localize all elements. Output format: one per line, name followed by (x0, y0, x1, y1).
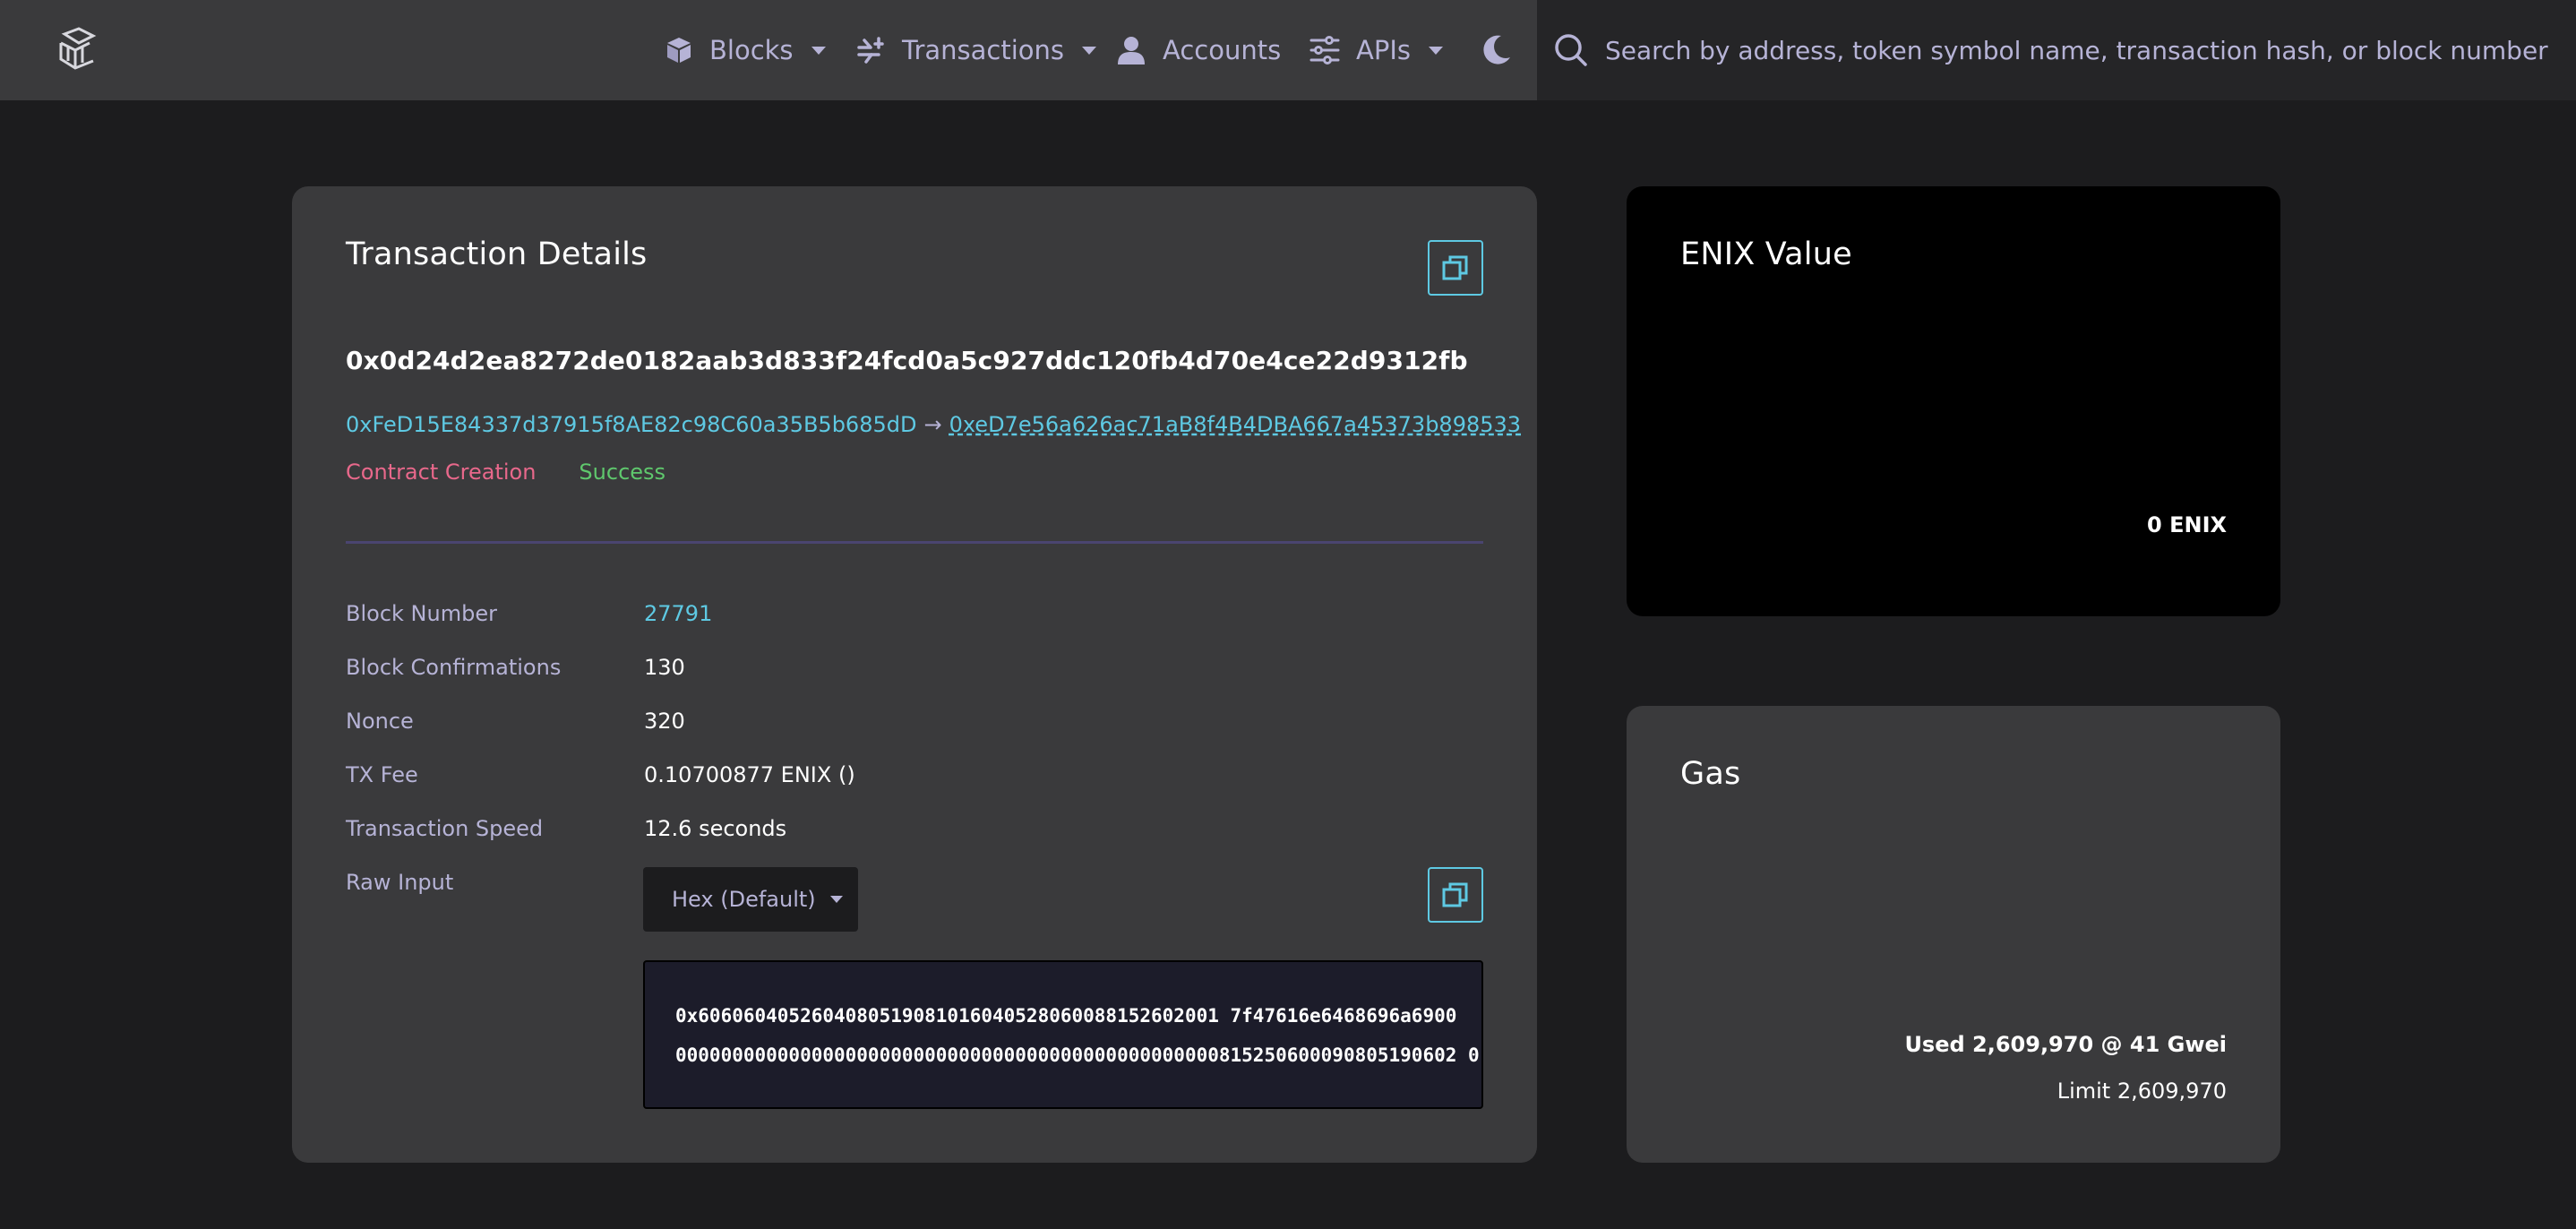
detail-row-raw-input: Raw Input (346, 864, 1483, 900)
top-navbar: Blocks Transactions Accounts APIs (0, 0, 1537, 100)
enix-amount: 0 ENIX (2147, 512, 2227, 537)
chevron-down-icon (1082, 46, 1097, 55)
gas-used: Used 2,609,970 @ 41 Gwei (1904, 1032, 2227, 1057)
card-title: ENIX Value (1680, 236, 1852, 272)
nav-transactions-label: Transactions (902, 35, 1065, 65)
nav-blocks-label: Blocks (709, 35, 794, 65)
gas-limit: Limit 2,609,970 (2057, 1079, 2227, 1104)
transfer-arrows-icon (855, 35, 886, 65)
transaction-details-card: Transaction Details 0x0d24d2ea8272de0182… (292, 186, 1537, 1163)
detail-label: Raw Input (346, 870, 454, 895)
nav-apis[interactable]: APIs (1309, 25, 1443, 75)
detail-value: 0.10700877 ENIX () (644, 762, 855, 787)
card-title: Gas (1680, 756, 1741, 792)
sliders-icon (1309, 35, 1340, 65)
enix-value-card: ENIX Value 0 ENIX (1627, 186, 2280, 616)
card-title: Transaction Details (346, 236, 648, 272)
detail-label: Block Number (346, 601, 497, 626)
detail-row-confirmations: Block Confirmations 130 (346, 649, 1483, 685)
search-bar (1537, 0, 2576, 100)
block-number-link[interactable]: 27791 (644, 601, 712, 626)
search-icon (1553, 32, 1589, 68)
detail-value: 320 (644, 709, 685, 734)
chevron-down-icon (1429, 46, 1443, 55)
detail-value: 12.6 seconds (644, 816, 787, 841)
copy-raw-input-button[interactable] (1428, 867, 1483, 923)
detail-row-block-number: Block Number 27791 (346, 596, 1483, 632)
detail-row-nonce: Nonce 320 (346, 703, 1483, 739)
nav-accounts-label: Accounts (1163, 35, 1282, 65)
from-address-link[interactable]: 0xFeD15E84337d37915f8AE82c98C60a35B5b685… (346, 412, 916, 437)
nav-accounts[interactable]: Accounts (1116, 25, 1281, 75)
divider (346, 541, 1483, 544)
copy-icon (1442, 255, 1468, 280)
arrow-right-icon: → (923, 412, 942, 437)
cube-icon (665, 36, 693, 64)
status-badge: Success (579, 460, 666, 485)
chevron-down-icon (829, 896, 843, 903)
raw-input-box[interactable]: 0x60606040526040805190810160405280600881… (643, 960, 1483, 1109)
gas-card: Gas Used 2,609,970 @ 41 Gwei Limit 2,609… (1627, 706, 2280, 1163)
chevron-down-icon (811, 46, 826, 55)
detail-label: Nonce (346, 709, 414, 734)
raw-input-format-dropdown[interactable]: Hex (Default) (643, 867, 858, 932)
nav-blocks[interactable]: Blocks (665, 25, 826, 75)
to-address-link[interactable]: 0xeD7e56a626ac71aB8f4B4DBA667a45373b8985… (949, 412, 1521, 437)
dropdown-label: Hex (Default) (672, 887, 816, 912)
raw-input-line: 0x60606040526040805190810160405280600881… (675, 1005, 1457, 1027)
detail-label: TX Fee (346, 762, 418, 787)
logo-icon[interactable] (52, 25, 102, 75)
nav-transactions[interactable]: Transactions (855, 25, 1097, 75)
address-line: 0xFeD15E84337d37915f8AE82c98C60a35B5b685… (346, 412, 1521, 437)
status-tags: Contract Creation Success (346, 460, 665, 485)
detail-row-speed: Transaction Speed 12.6 seconds (346, 811, 1483, 847)
copy-icon (1442, 882, 1468, 907)
search-input[interactable] (1605, 25, 2555, 75)
detail-label: Block Confirmations (346, 655, 562, 680)
nav-apis-label: APIs (1356, 35, 1411, 65)
user-icon (1116, 35, 1146, 65)
copy-button[interactable] (1428, 240, 1483, 296)
detail-value: 130 (644, 655, 685, 680)
transaction-hash: 0x0d24d2ea8272de0182aab3d833f24fcd0a5c92… (346, 346, 1468, 375)
raw-input-line: 0000000000000000000000000000000000000000… (675, 1044, 1480, 1066)
moon-icon[interactable] (1478, 32, 1514, 68)
detail-row-tx-fee: TX Fee 0.10700877 ENIX () (346, 757, 1483, 793)
detail-label: Transaction Speed (346, 816, 544, 841)
contract-creation-badge: Contract Creation (346, 460, 537, 485)
